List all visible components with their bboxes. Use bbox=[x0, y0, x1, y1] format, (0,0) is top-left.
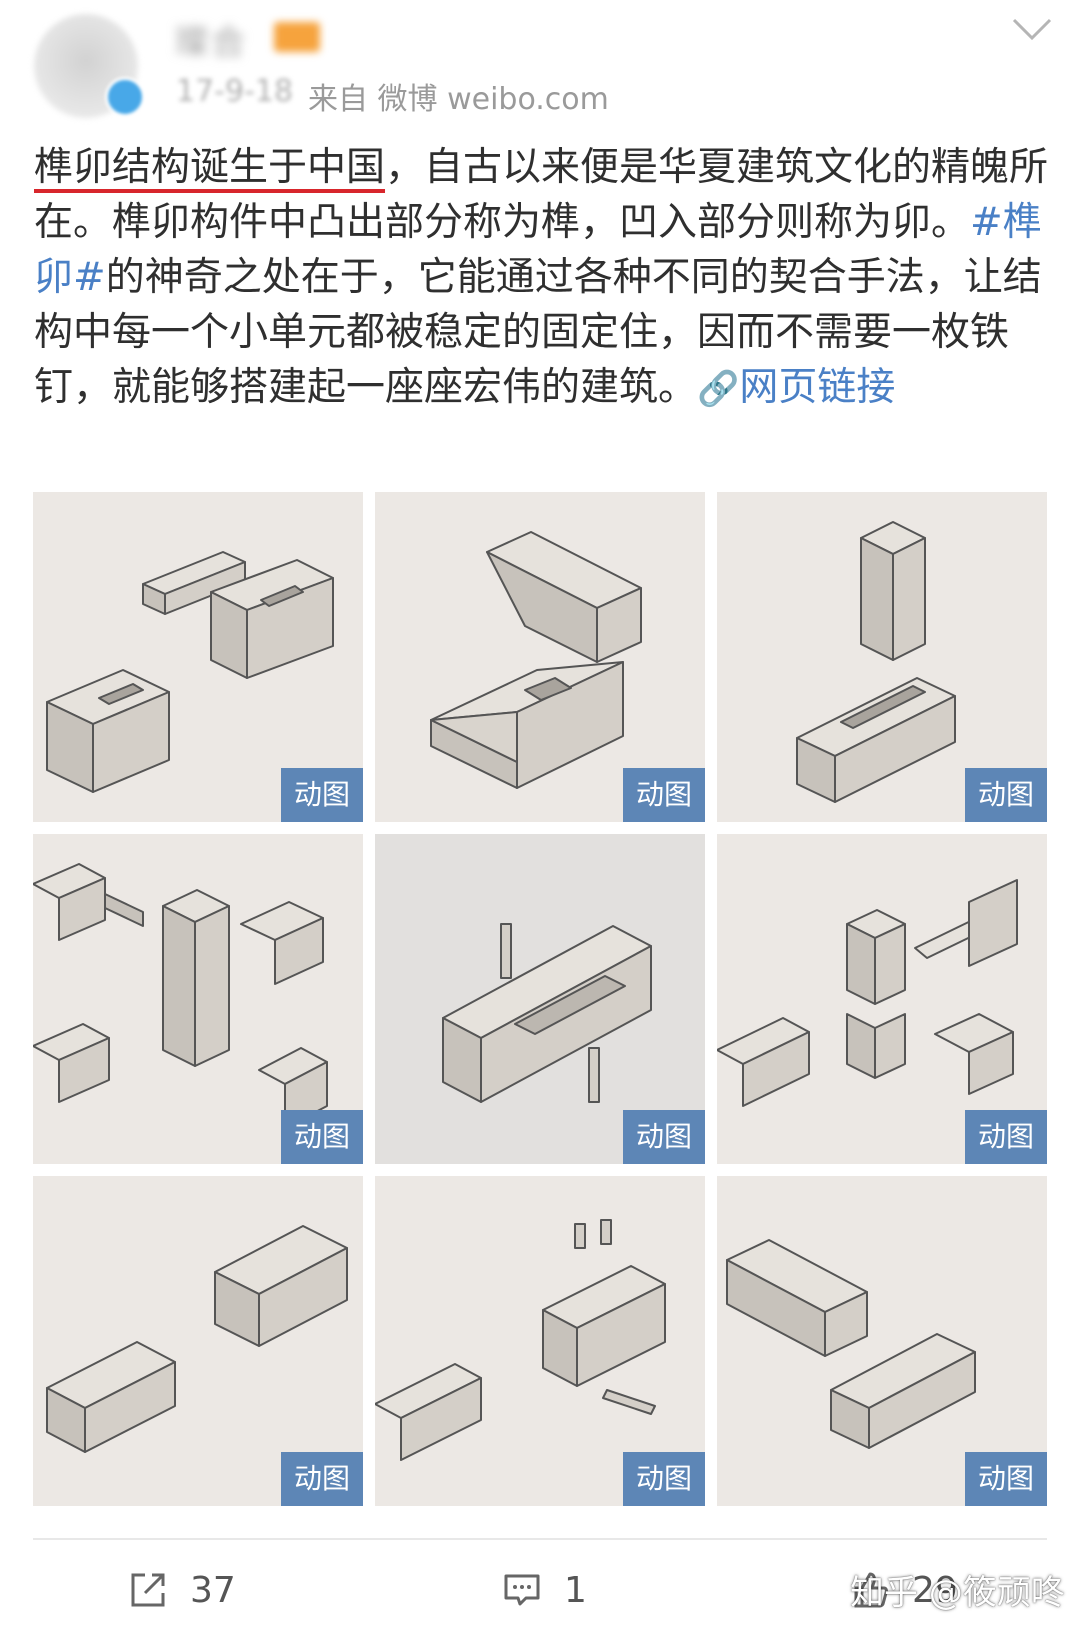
repost-button[interactable]: 37 bbox=[128, 1560, 236, 1620]
image-tile-7[interactable]: 动图 bbox=[33, 1176, 363, 1506]
post-header: 璨合 17-9-18 来自 微博 weibo.com bbox=[0, 0, 1080, 120]
image-tile-8[interactable]: 动图 bbox=[375, 1176, 705, 1506]
repost-count: 37 bbox=[190, 1569, 236, 1611]
image-tile-3[interactable]: 动图 bbox=[717, 492, 1047, 822]
post-text-highlighted: 榫卯结构诞生于中国 bbox=[34, 145, 386, 190]
post-source: 来自 微博 weibo.com bbox=[308, 82, 609, 117]
link-icon: 🔗 bbox=[697, 369, 740, 409]
gif-badge: 动图 bbox=[281, 1110, 363, 1164]
post-date: 17-9-18 bbox=[176, 74, 294, 109]
gif-badge: 动图 bbox=[623, 768, 705, 822]
post-body: 榫卯结构诞生于中国，自古以来便是华夏建筑文化的精魄所在。榫卯构件中凸出部分称为榫… bbox=[34, 140, 1054, 417]
source-watermark: 知乎 @筱顽咚 bbox=[850, 1573, 1065, 1613]
image-tile-9[interactable]: 动图 bbox=[717, 1176, 1047, 1506]
comment-count: 1 bbox=[564, 1569, 587, 1611]
gif-badge: 动图 bbox=[965, 768, 1047, 822]
image-grid: 动图 动图 动图 动图 动图 动图 动图 动图 动图 bbox=[33, 492, 1047, 1506]
gif-badge: 动图 bbox=[623, 1110, 705, 1164]
chevron-down-icon[interactable] bbox=[1010, 14, 1054, 44]
gif-badge: 动图 bbox=[965, 1452, 1047, 1506]
gif-badge: 动图 bbox=[623, 1452, 705, 1506]
web-link[interactable]: 🔗网页链接 bbox=[697, 365, 895, 410]
gif-badge: 动图 bbox=[965, 1110, 1047, 1164]
gif-badge: 动图 bbox=[281, 1452, 363, 1506]
member-badge-icon bbox=[274, 22, 320, 52]
image-tile-6[interactable]: 动图 bbox=[717, 834, 1047, 1164]
web-link-label: 网页链接 bbox=[739, 365, 896, 410]
share-icon bbox=[131, 1573, 165, 1607]
author-name[interactable]: 璨合 bbox=[175, 15, 247, 64]
comment-button[interactable]: 1 bbox=[502, 1560, 587, 1620]
comment-icon bbox=[504, 1574, 540, 1606]
gif-badge: 动图 bbox=[281, 768, 363, 822]
verified-badge-icon bbox=[105, 77, 145, 117]
image-tile-5[interactable]: 动图 bbox=[375, 834, 705, 1164]
image-tile-1[interactable]: 动图 bbox=[33, 492, 363, 822]
image-tile-2[interactable]: 动图 bbox=[375, 492, 705, 822]
divider bbox=[33, 1538, 1047, 1540]
image-tile-4[interactable]: 动图 bbox=[33, 834, 363, 1164]
